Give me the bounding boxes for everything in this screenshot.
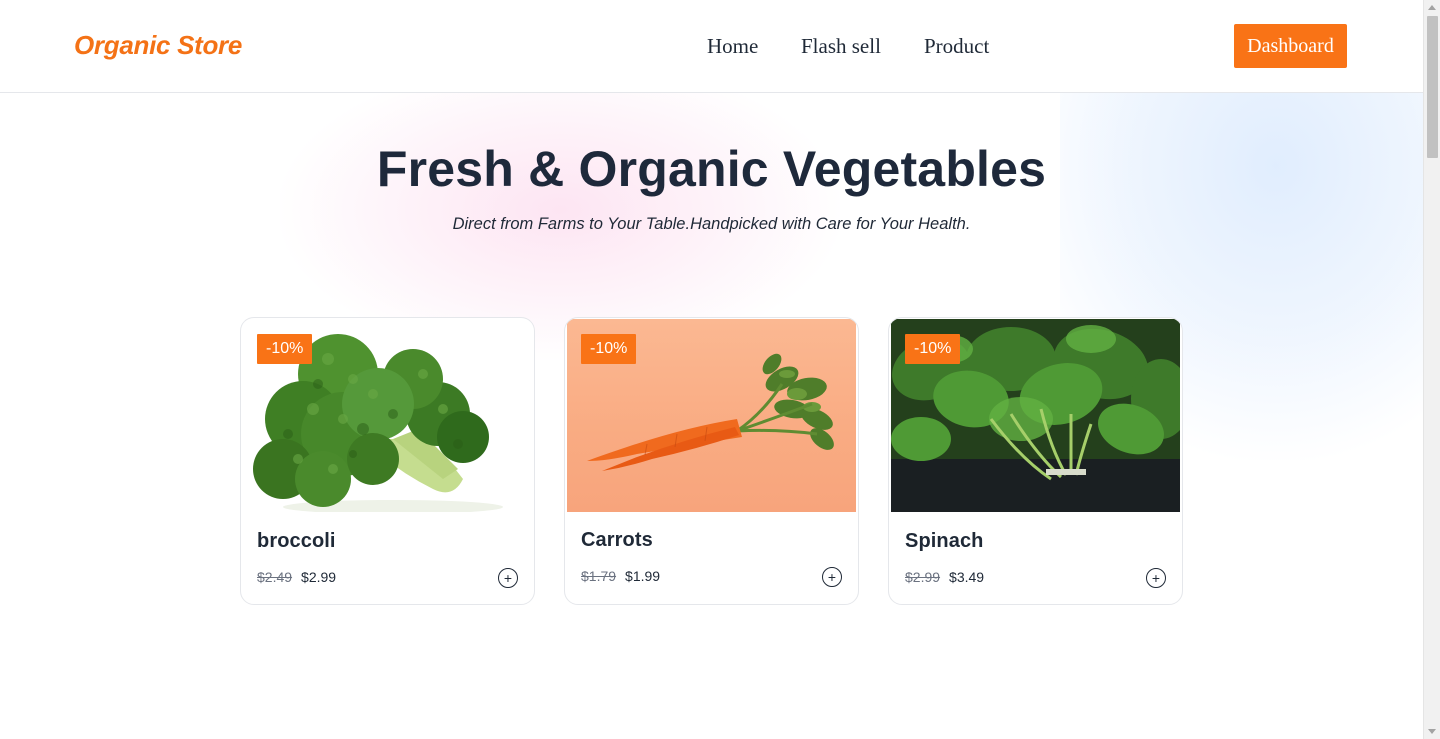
current-price: $3.49 bbox=[949, 569, 985, 585]
nav-product-link[interactable]: Product bbox=[924, 34, 989, 59]
nav-flash-sell-link[interactable]: Flash sell bbox=[801, 34, 881, 59]
old-price: $1.79 bbox=[581, 568, 617, 584]
price-row: $2.99 $3.49 bbox=[905, 569, 984, 585]
hero-subtitle: Direct from Farms to Your Table.Handpick… bbox=[452, 215, 971, 233]
hero-title: Fresh & Organic Vegetables bbox=[376, 141, 1047, 197]
scroll-up-arrow-icon[interactable] bbox=[1428, 5, 1436, 10]
scrollbar-thumb[interactable] bbox=[1427, 16, 1438, 158]
plus-circle-icon: + bbox=[827, 569, 837, 585]
nav-home-link[interactable]: Home bbox=[707, 34, 758, 59]
plus-circle-icon: + bbox=[1151, 570, 1161, 586]
brand-logo[interactable]: Organic Store bbox=[74, 30, 242, 61]
add-to-cart-button[interactable]: + bbox=[822, 567, 842, 587]
product-name: Spinach bbox=[905, 530, 984, 552]
product-card-carrots[interactable]: -10% Carrots $1.79 $1.99 + bbox=[564, 317, 859, 605]
hero-pink-glow bbox=[280, 60, 840, 360]
product-name: Carrots bbox=[581, 529, 653, 551]
discount-badge: -10% bbox=[905, 334, 961, 364]
discount-badge: -10% bbox=[581, 334, 637, 364]
current-price: $2.99 bbox=[301, 569, 337, 585]
product-name: broccoli bbox=[257, 530, 336, 552]
price-row: $1.79 $1.99 bbox=[581, 568, 660, 584]
product-card-spinach[interactable]: -10% Spinach $2.99 $3.49 + bbox=[888, 317, 1183, 605]
plus-circle-icon: + bbox=[503, 570, 513, 586]
add-to-cart-button[interactable]: + bbox=[498, 568, 518, 588]
scroll-down-arrow-icon[interactable] bbox=[1428, 729, 1436, 734]
vertical-scrollbar[interactable] bbox=[1423, 0, 1440, 739]
old-price: $2.49 bbox=[257, 569, 293, 585]
page: Organic Store Home Flash sell Product Da… bbox=[0, 0, 1423, 739]
product-card-broccoli[interactable]: -10% broccoli $2.49 $2.99 + bbox=[240, 317, 535, 605]
current-price: $1.99 bbox=[625, 568, 661, 584]
old-price: $2.99 bbox=[905, 569, 941, 585]
add-to-cart-button[interactable]: + bbox=[1146, 568, 1166, 588]
dashboard-button[interactable]: Dashboard bbox=[1234, 24, 1347, 68]
price-row: $2.49 $2.99 bbox=[257, 569, 336, 585]
navbar: Organic Store Home Flash sell Product Da… bbox=[0, 0, 1423, 93]
discount-badge: -10% bbox=[257, 334, 313, 364]
